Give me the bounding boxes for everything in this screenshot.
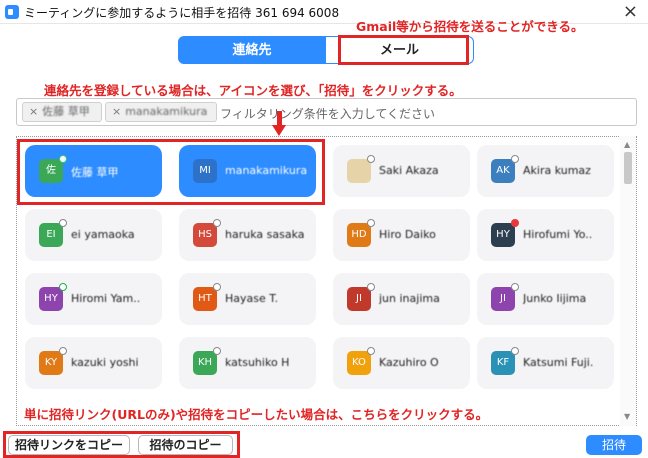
avatar: 佐 — [39, 159, 63, 183]
contact-name: katsuhiko H — [225, 356, 290, 369]
avatar: JI — [347, 287, 371, 311]
copy-invitation-button[interactable]: 招待のコピー — [138, 435, 233, 455]
contact-name: Hiromi Yam.. — [71, 292, 141, 305]
contact-name: Saki Akaza — [379, 164, 439, 177]
presence-status-icon — [511, 283, 519, 291]
contact-name: kazuki yoshi — [71, 356, 139, 369]
avatar: MI — [193, 159, 217, 183]
presence-status-icon — [213, 219, 221, 227]
contact-name: Hiro Daiko — [379, 228, 436, 241]
contacts-grid-frame: 佐佐藤 草甲 MI manakamikura Saki Akaza AK Akira ku… — [16, 136, 637, 426]
presence-status-icon — [367, 283, 375, 291]
avatar: HT — [193, 287, 217, 311]
contact-card[interactable]: HY Hirofumi Yo.. — [477, 209, 614, 261]
chip-label: 佐藤 草甲 — [42, 105, 90, 118]
annotation-contacts: 連絡先を登録している場合は、アイコンを選び、「招待」をクリックする。 — [44, 83, 462, 98]
copy-invite-link-button[interactable]: 招待リンクをコピー — [8, 435, 130, 455]
presence-status-icon — [59, 283, 67, 291]
annotation-copy: 単に招待リンク(URLのみ)や招待をコピーしたい場合は、こちらをクリックする。 — [24, 407, 489, 422]
contacts-grid: 佐佐藤 草甲 MI manakamikura Saki Akaza AK Akira ku… — [17, 137, 617, 425]
selected-chip[interactable]: × 佐藤 草甲 — [22, 102, 102, 122]
contact-name: jun inajima — [379, 292, 440, 305]
presence-status-icon — [59, 155, 67, 163]
avatar: KO — [347, 351, 371, 375]
remove-chip-icon[interactable]: × — [29, 105, 38, 118]
scroll-up-icon[interactable]: ▲ — [624, 140, 630, 149]
avatar: EI — [39, 223, 63, 247]
chip-label: manakamikura — [125, 105, 208, 118]
presence-status-icon — [511, 347, 519, 355]
contact-card[interactable]: KY kazuki yoshi — [25, 337, 162, 389]
avatar: KF — [491, 351, 515, 375]
scroll-down-icon[interactable]: ▼ — [624, 412, 630, 421]
contact-card[interactable]: KH katsuhiko H — [179, 337, 316, 389]
avatar: KY — [39, 351, 63, 375]
contact-name: Katsumi Fuji. — [523, 356, 594, 369]
scroll-thumb[interactable] — [624, 152, 632, 184]
contact-card[interactable]: EI ei yamaoka — [25, 209, 162, 261]
contact-name: Kazuhiro O — [379, 356, 439, 369]
presence-status-icon — [59, 347, 67, 355]
avatar: KH — [193, 351, 217, 375]
contact-name: Junko Iijima — [523, 292, 587, 305]
contact-card[interactable]: 佐佐藤 草甲 — [25, 145, 162, 197]
presence-status-icon — [213, 347, 221, 355]
avatar: JI — [491, 287, 515, 311]
remove-chip-icon[interactable]: × — [112, 105, 121, 118]
contact-name: ei yamaoka — [71, 228, 135, 241]
presence-status-icon — [511, 155, 519, 163]
avatar: HS — [193, 223, 217, 247]
presence-status-icon — [213, 283, 221, 291]
contact-card[interactable]: JI jun inajima — [333, 273, 470, 325]
presence-status-icon — [367, 347, 375, 355]
contact-name: haruka sasaka — [225, 228, 305, 241]
tab-contacts[interactable]: 連絡先 — [178, 36, 326, 64]
contact-card[interactable]: MI manakamikura — [179, 145, 316, 197]
presence-status-icon — [367, 219, 375, 227]
presence-status-icon — [367, 155, 375, 163]
avatar: HY — [39, 287, 63, 311]
contact-name: Hirofumi Yo.. — [523, 228, 593, 241]
contact-card[interactable]: HS haruka sasaka — [179, 209, 316, 261]
filter-placeholder: フィルタリング条件を入力してください — [220, 107, 436, 121]
contact-card[interactable]: HY Hiromi Yam.. — [25, 273, 162, 325]
avatar — [347, 159, 371, 183]
window-title: ミーティングに参加するように相手を招待 361 694 6008 — [24, 6, 340, 20]
annotation-arrow — [272, 111, 286, 137]
selected-chip[interactable]: × manakamikura — [105, 102, 217, 122]
contact-name: Akira kumaz — [523, 164, 591, 177]
contact-name: 佐藤 草甲 — [71, 166, 119, 179]
contact-card[interactable]: Saki Akaza — [333, 145, 470, 197]
contact-card[interactable]: HT Hayase T. — [179, 273, 316, 325]
tab-email[interactable]: メール — [326, 36, 474, 64]
contact-card[interactable]: KO Kazuhiro O — [333, 337, 470, 389]
annotation-gmail: Gmail等から招待を送ることができる。 — [356, 19, 584, 34]
contact-name: Hayase T. — [225, 292, 279, 305]
contact-name: manakamikura — [225, 164, 308, 177]
presence-status-icon — [59, 219, 67, 227]
contact-card[interactable]: JI Junko Iijima — [477, 273, 614, 325]
avatar: AK — [491, 159, 515, 183]
contact-card[interactable]: HD Hiro Daiko — [333, 209, 470, 261]
contact-card[interactable]: AK Akira kumaz — [477, 145, 614, 197]
avatar: HY — [491, 223, 515, 247]
bottom-bar: 招待リンクをコピー 招待のコピー 招待 — [0, 426, 648, 458]
scrollbar[interactable]: ▲ ▼ — [620, 136, 636, 426]
contact-card[interactable]: KF Katsumi Fuji. — [477, 337, 614, 389]
avatar: HD — [347, 223, 371, 247]
invite-button[interactable]: 招待 — [586, 435, 642, 455]
close-icon[interactable]: × — [623, 1, 638, 22]
tab-switcher: 連絡先 メール — [178, 36, 474, 64]
zoom-app-icon — [5, 5, 19, 19]
filter-input[interactable]: × 佐藤 草甲 × manakamikura フィルタリング条件を入力してください — [16, 98, 637, 126]
presence-status-icon — [511, 219, 519, 227]
